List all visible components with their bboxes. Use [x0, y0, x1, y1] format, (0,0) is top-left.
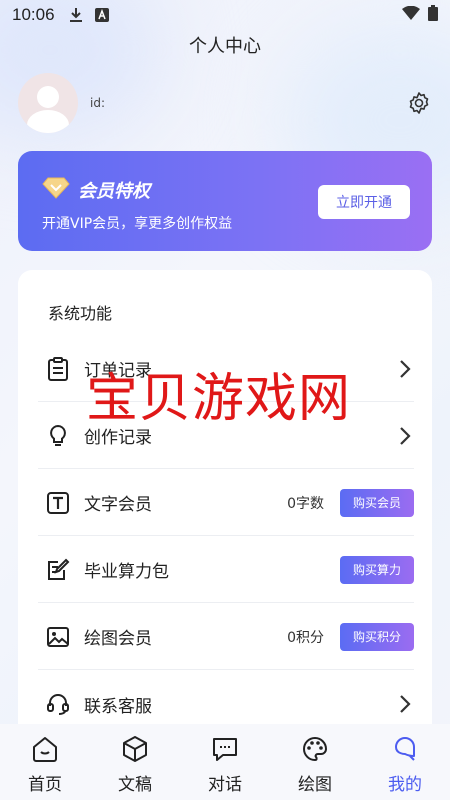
edit-note-icon	[46, 558, 70, 582]
tab-mine[interactable]: 我的	[360, 724, 450, 800]
menu-item-label: 联系客服	[84, 696, 152, 717]
vip-subtitle: 开通VIP会员，享更多创作权益	[42, 216, 233, 232]
menu-item-label: 毕业算力包	[84, 562, 169, 582]
wifi-icon	[402, 5, 420, 25]
clipboard-icon	[46, 356, 70, 381]
menu-item-drawing-membership: 绘图会员 0积分 购买积分	[38, 604, 414, 670]
chevron-right-icon	[396, 425, 414, 447]
tab-drawing[interactable]: 绘图	[270, 724, 360, 800]
vip-title: 会员特权	[78, 181, 150, 202]
system-functions-panel: 系统功能 订单记录 创作记录 文字会员 0字数 购买会员 毕业算力包 购买算力 …	[18, 270, 432, 740]
status-bar: 10:06	[0, 0, 450, 30]
chevron-right-icon	[396, 693, 414, 715]
menu-item-text-membership: 文字会员 0字数 购买会员	[38, 470, 414, 536]
image-icon	[46, 625, 70, 649]
menu-item-compute-pack: 毕业算力包 购买算力	[38, 537, 414, 603]
diamond-icon	[42, 177, 70, 203]
activate-vip-button[interactable]: 立即开通	[318, 185, 410, 219]
menu-item-label: 创作记录	[84, 428, 152, 448]
vip-card: 会员特权 开通VIP会员，享更多创作权益 立即开通	[18, 151, 432, 251]
headset-icon	[46, 692, 70, 716]
a-badge-icon	[94, 8, 109, 22]
status-time: 10:06	[12, 5, 55, 24]
tab-label: 文稿	[118, 775, 152, 795]
menu-item-label: 绘图会员	[84, 629, 152, 649]
gear-icon[interactable]	[406, 90, 432, 116]
home-icon	[30, 734, 60, 764]
menu-item-creation-history[interactable]: 创作记录	[38, 403, 414, 469]
menu-item-label: 订单记录	[84, 361, 152, 381]
tab-chat[interactable]: 对话	[180, 724, 270, 800]
bottom-tab-bar: 首页 文稿 对话 绘图 我的	[0, 724, 450, 800]
profile-leaf-icon	[390, 734, 420, 764]
buy-compute-button[interactable]: 购买算力	[340, 555, 414, 584]
palette-icon	[300, 734, 330, 764]
tab-label: 绘图	[298, 775, 332, 795]
chat-icon	[210, 734, 240, 764]
buy-membership-button[interactable]: 购买会员	[340, 488, 414, 517]
menu-item-orders[interactable]: 订单记录	[38, 336, 414, 402]
points-value: 0积分	[287, 629, 324, 646]
avatar[interactable]	[18, 73, 78, 133]
chevron-right-icon	[396, 358, 414, 380]
profile-section: id:	[18, 72, 432, 134]
page-title: 个人中心	[189, 36, 261, 57]
tab-label: 我的	[388, 775, 422, 795]
battery-icon	[428, 4, 438, 26]
tab-label: 首页	[28, 775, 62, 795]
word-count-value: 0字数	[287, 495, 324, 512]
cube-icon	[120, 734, 150, 764]
lightbulb-icon	[46, 424, 70, 448]
tab-documents[interactable]: 文稿	[90, 724, 180, 800]
user-id-label: id:	[90, 96, 105, 110]
download-icon	[69, 7, 83, 23]
tab-label: 对话	[208, 775, 242, 795]
buy-points-button[interactable]: 购买积分	[340, 622, 414, 651]
text-t-icon	[46, 491, 70, 515]
menu-item-label: 文字会员	[84, 495, 152, 515]
tab-home[interactable]: 首页	[0, 724, 90, 800]
section-title: 系统功能	[48, 304, 113, 323]
